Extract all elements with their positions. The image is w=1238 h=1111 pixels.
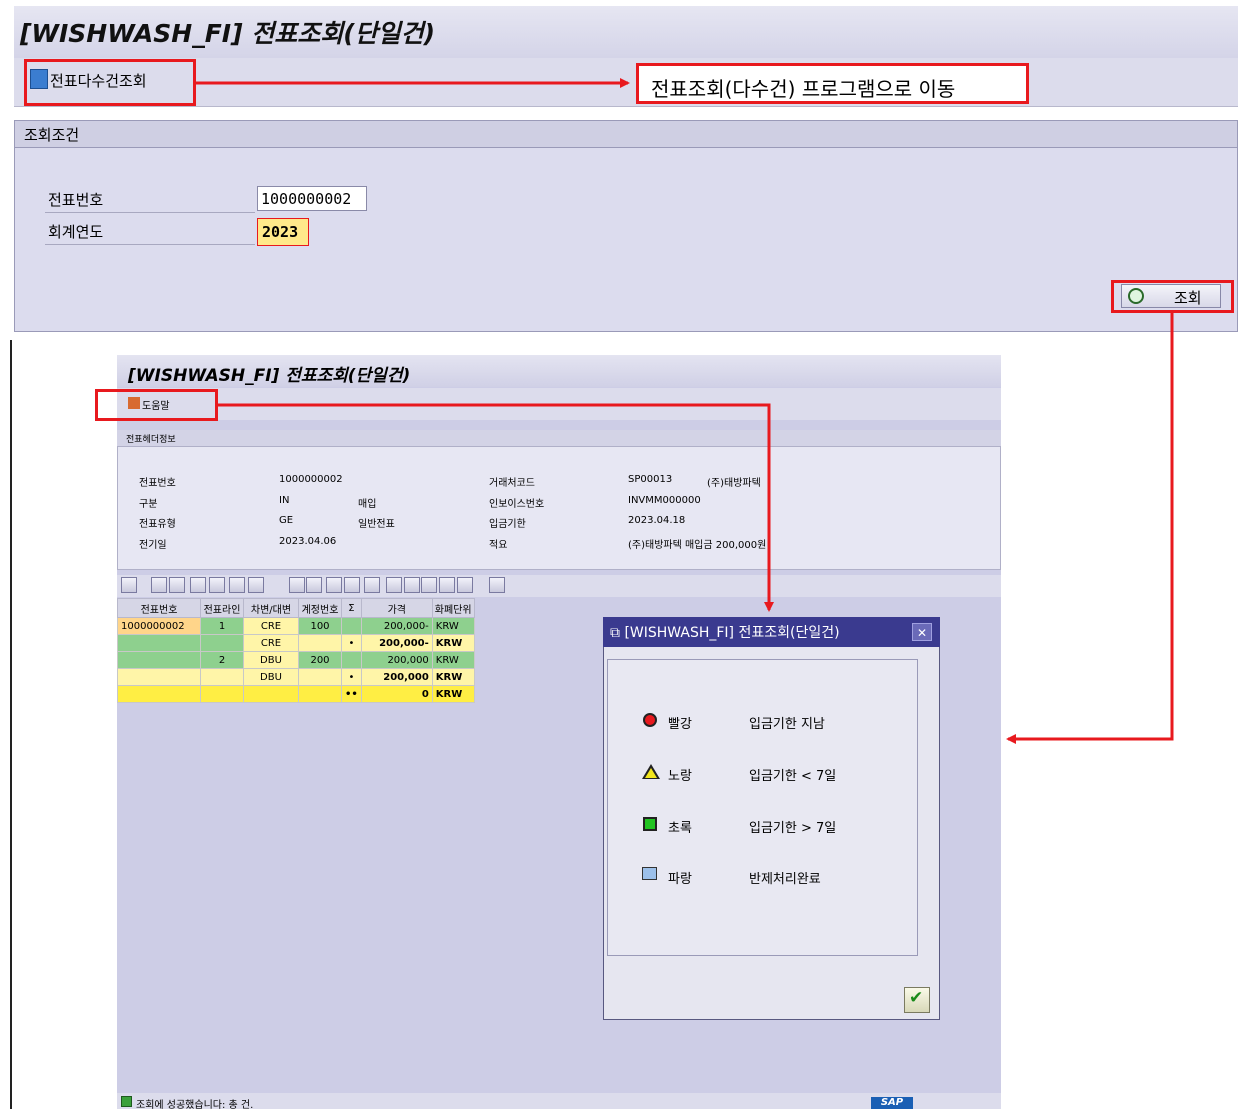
annotation-arrows (196, 78, 1174, 744)
arrow-line (1006, 313, 1174, 744)
arrow-line (218, 403, 774, 612)
